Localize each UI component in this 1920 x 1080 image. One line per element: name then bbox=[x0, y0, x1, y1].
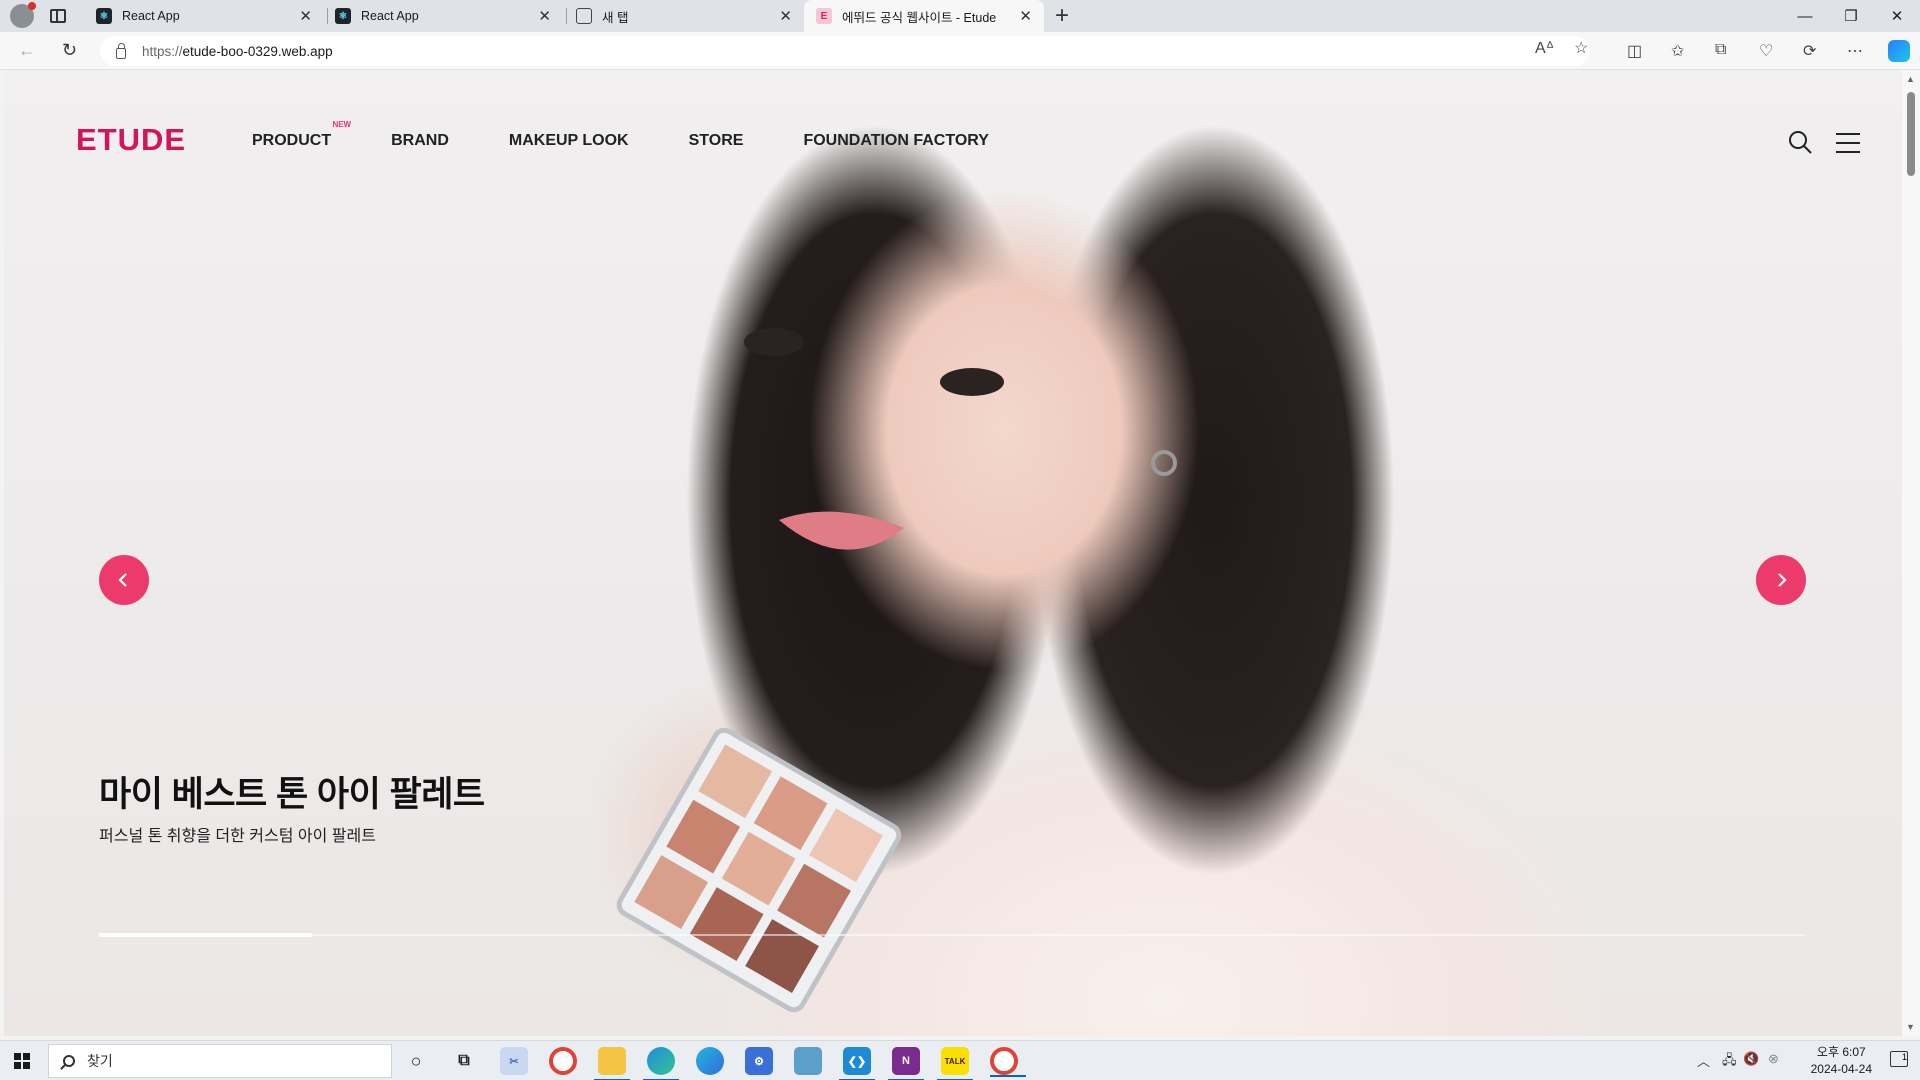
back-icon[interactable]: ← bbox=[18, 40, 36, 61]
url-host: etude-boo-0329.web.app bbox=[182, 43, 333, 59]
tab-actions-icon[interactable] bbox=[50, 9, 66, 23]
window-close-icon[interactable]: ✕ bbox=[1874, 0, 1920, 32]
browser-tab-strip: ⚛ React App ✕ ⚛ React App ✕ 새 탭 ✕ E 에뛰드 … bbox=[0, 0, 1920, 32]
tray-overflow-chevron-icon[interactable]: ︿ bbox=[1697, 1051, 1710, 1070]
browser-tab-etude[interactable]: E 에뛰드 공식 웹사이트 - Etude ✕ bbox=[804, 0, 1044, 32]
site-header: ETUDE PRODUCT NEW BRAND MAKEUP LOOK STOR… bbox=[4, 70, 1902, 210]
scroll-up-icon[interactable]: ▲ bbox=[1906, 74, 1915, 84]
search-icon[interactable] bbox=[1788, 130, 1812, 154]
lock-icon[interactable] bbox=[116, 42, 126, 59]
hero-model-illustration bbox=[616, 328, 1177, 1013]
nav-item-makeup-look[interactable]: MAKEUP LOOK bbox=[509, 132, 629, 150]
etude-logo[interactable]: ETUDE bbox=[76, 122, 186, 158]
hamburger-menu-icon[interactable] bbox=[1836, 132, 1860, 154]
nav-item-foundation-factory[interactable]: FOUNDATION FACTORY bbox=[803, 132, 988, 150]
clock-date: 2024-04-24 bbox=[1810, 1062, 1872, 1076]
profile-avatar-icon[interactable] bbox=[10, 2, 36, 28]
slide-title: 마이 베스트 톤 아이 팔레트 bbox=[99, 775, 485, 814]
tab-title: React App bbox=[122, 9, 180, 23]
chrome-running-icon[interactable] bbox=[990, 1047, 1026, 1077]
windows-taskbar: 찾기 ○ ⧉ ✂ ⚙ ❮❯ N TALK ︿ 🖧 🔇 ⊗ 오후 6:07 202… bbox=[0, 1040, 1920, 1080]
collections-icon[interactable]: ⧉ bbox=[1715, 41, 1726, 59]
snipping-tool-icon[interactable]: ✂ bbox=[500, 1047, 528, 1075]
nav-item-brand[interactable]: BRAND bbox=[391, 132, 449, 150]
clock-time: 오후 6:07 bbox=[1816, 1045, 1866, 1059]
nav-item-label: PRODUCT bbox=[252, 132, 332, 149]
tab-close-icon[interactable]: ✕ bbox=[538, 7, 551, 25]
browser-tab-react-1[interactable]: ⚛ React App ✕ bbox=[84, 0, 324, 32]
read-aloud-icon[interactable]: Aᐞ bbox=[1535, 38, 1554, 58]
restore-icon[interactable]: ❐ bbox=[1828, 0, 1874, 32]
address-bar[interactable]: https:// etude-boo-0329.web.app bbox=[100, 36, 1590, 66]
react-icon: ⚛ bbox=[96, 8, 112, 24]
nav-item-store[interactable]: STORE bbox=[689, 132, 744, 150]
page-viewport: ETUDE PRODUCT NEW BRAND MAKEUP LOOK STOR… bbox=[4, 70, 1902, 1036]
slider-progress-track[interactable] bbox=[99, 933, 1805, 937]
favorite-star-icon[interactable]: ☆ bbox=[1574, 38, 1588, 58]
react-icon: ⚛ bbox=[335, 8, 351, 24]
browser-essentials-icon[interactable]: ♡ bbox=[1759, 41, 1773, 61]
notification-center-icon[interactable]: 1 bbox=[1890, 1051, 1908, 1067]
browser-tab-new[interactable]: 새 탭 ✕ bbox=[564, 0, 804, 32]
tab-title: 새 탭 bbox=[602, 10, 629, 25]
slider-progress-fill bbox=[99, 933, 313, 937]
etude-icon: E bbox=[816, 8, 832, 24]
task-view-icon[interactable]: ⧉ bbox=[450, 1047, 478, 1075]
tab-close-icon[interactable]: ✕ bbox=[779, 7, 792, 25]
volume-muted-icon[interactable]: 🔇 bbox=[1743, 1051, 1759, 1067]
favorites-icon[interactable]: ✩ bbox=[1671, 41, 1684, 61]
url-scheme: https:// bbox=[142, 43, 183, 59]
notification-count: 1 bbox=[1901, 1052, 1907, 1062]
kakaotalk-icon[interactable]: TALK bbox=[937, 1047, 973, 1080]
cortana-icon[interactable]: ○ bbox=[402, 1047, 430, 1075]
slide-subtitle: 퍼스널 톤 취향을 더한 커스텀 아이 팔레트 bbox=[99, 828, 376, 845]
chrome-icon[interactable] bbox=[549, 1047, 577, 1075]
edge-dev-icon[interactable] bbox=[696, 1047, 724, 1075]
main-navigation: PRODUCT NEW BRAND MAKEUP LOOK STORE FOUN… bbox=[252, 120, 1049, 150]
slider-next-button[interactable] bbox=[1756, 555, 1806, 605]
refresh-icon[interactable]: ↻ bbox=[62, 40, 77, 61]
edge-icon[interactable] bbox=[643, 1047, 679, 1080]
scroll-down-icon[interactable]: ▼ bbox=[1906, 1022, 1915, 1032]
slider-prev-button[interactable] bbox=[99, 555, 149, 605]
chevron-left-icon bbox=[118, 573, 127, 587]
settings-app-icon[interactable]: ⚙ bbox=[745, 1047, 773, 1075]
new-tab-icon bbox=[576, 8, 592, 24]
file-explorer-icon[interactable] bbox=[594, 1047, 630, 1080]
taskbar-search-box[interactable]: 찾기 bbox=[48, 1044, 392, 1078]
split-screen-icon[interactable]: ◫ bbox=[1627, 41, 1642, 61]
minimize-icon[interactable]: ― bbox=[1782, 0, 1828, 32]
windows-start-icon[interactable] bbox=[14, 1053, 30, 1069]
tab-close-icon[interactable]: ✕ bbox=[299, 7, 312, 25]
tab-close-icon[interactable]: ✕ bbox=[1019, 7, 1032, 25]
new-tab-button[interactable]: + bbox=[1055, 2, 1069, 30]
tab-title: React App bbox=[361, 9, 419, 23]
new-badge: NEW bbox=[332, 120, 352, 129]
more-options-icon[interactable]: ⋯ bbox=[1847, 41, 1863, 61]
browser-toolbar: ← ↻ https:// etude-boo-0329.web.app Aᐞ ☆… bbox=[0, 32, 1920, 70]
vscode-insiders-icon[interactable] bbox=[794, 1047, 822, 1075]
taskbar-clock[interactable]: 오후 6:07 2024-04-24 bbox=[1811, 1044, 1872, 1078]
onenote-icon[interactable]: N bbox=[888, 1047, 924, 1080]
taskbar-search-placeholder: 찾기 bbox=[87, 1053, 113, 1069]
nav-item-product[interactable]: PRODUCT NEW bbox=[252, 120, 351, 150]
extension-icon[interactable]: ⟳ bbox=[1803, 41, 1816, 61]
page-scrollbar[interactable]: ▲ ▼ bbox=[1902, 70, 1920, 1036]
chevron-right-icon bbox=[1778, 573, 1787, 587]
search-icon bbox=[63, 1055, 75, 1067]
copilot-icon[interactable] bbox=[1888, 40, 1910, 62]
browser-tab-react-2[interactable]: ⚛ React App ✕ bbox=[323, 0, 563, 32]
network-icon[interactable]: 🖧 bbox=[1722, 1051, 1737, 1073]
tab-title: 에뛰드 공식 웹사이트 - Etude bbox=[842, 10, 997, 25]
vscode-icon[interactable]: ❮❯ bbox=[839, 1047, 875, 1080]
status-x-icon[interactable]: ⊗ bbox=[1768, 1051, 1779, 1067]
scroll-thumb[interactable] bbox=[1907, 92, 1915, 176]
